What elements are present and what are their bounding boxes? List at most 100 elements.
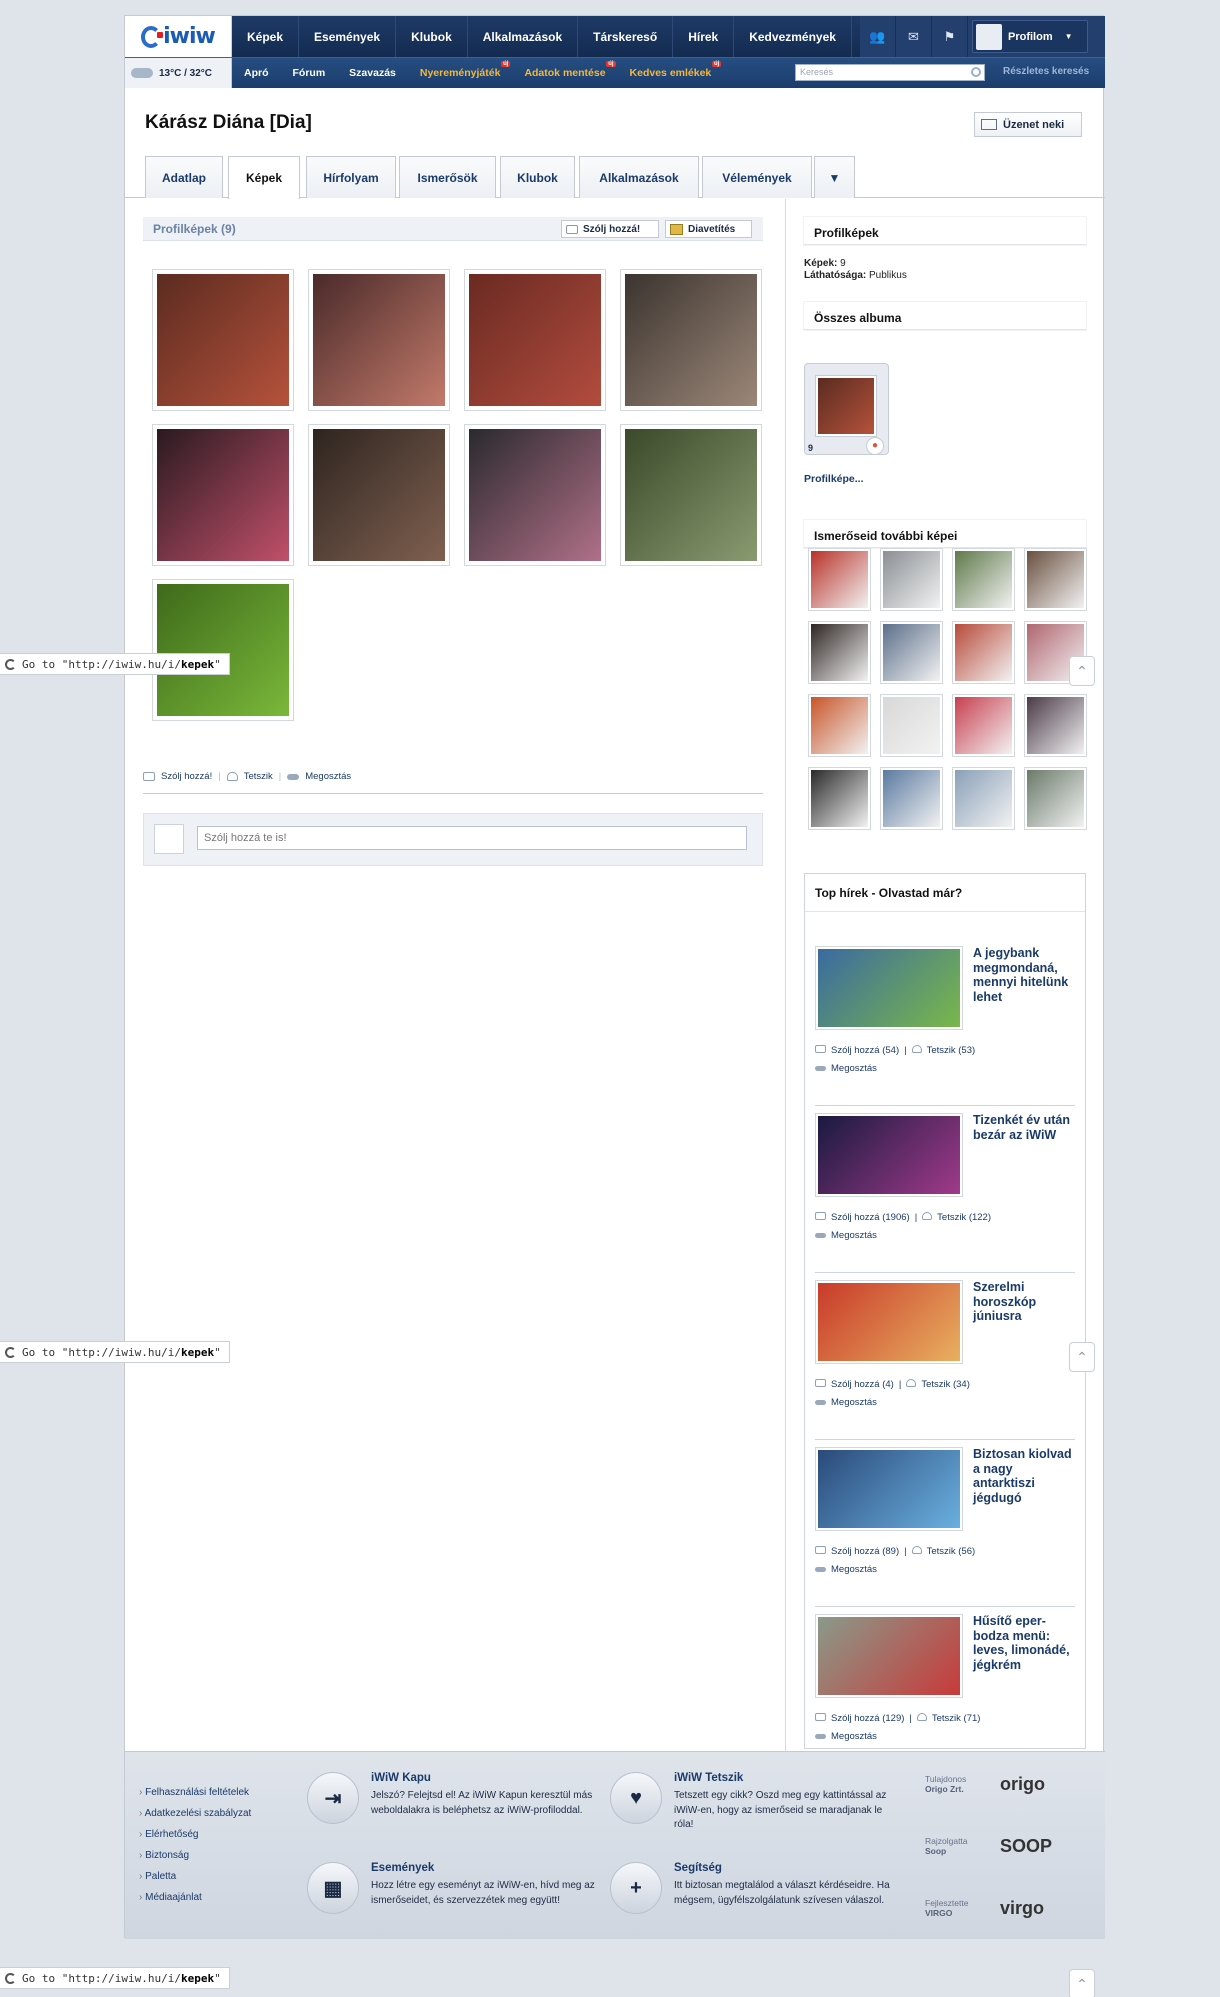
tab-6[interactable]: Vélemények: [702, 156, 812, 198]
news-comment-link[interactable]: Szólj hozzá (89): [831, 1546, 899, 1557]
news-like-link[interactable]: Tetszik (56): [927, 1546, 976, 1557]
friend-photo-thumb[interactable]: [880, 621, 943, 684]
footer-link[interactable]: Elérhetőség: [139, 1824, 279, 1845]
profile-photo[interactable]: [308, 424, 450, 566]
news-like-link[interactable]: Tetszik (34): [921, 1379, 970, 1390]
send-message-button[interactable]: Üzenet neki: [974, 112, 1082, 137]
news-image[interactable]: [815, 1113, 963, 1197]
messages-icon[interactable]: ✉: [896, 16, 932, 57]
footer-link[interactable]: Biztonság: [139, 1845, 279, 1866]
gallery-like-link[interactable]: Tetszik: [244, 771, 273, 782]
news-share-link[interactable]: Megosztás: [831, 1731, 877, 1742]
nav-item-2[interactable]: Klubok: [396, 16, 468, 57]
news-image[interactable]: [815, 1280, 963, 1364]
news-share-link[interactable]: Megosztás: [831, 1230, 877, 1241]
nav-item-1[interactable]: Események: [299, 16, 397, 57]
news-comment-link[interactable]: Szólj hozzá (4): [831, 1379, 894, 1390]
footer-panel-title[interactable]: Segítség: [674, 1862, 722, 1874]
tab-3[interactable]: Ismerősök: [399, 156, 496, 198]
footer-link[interactable]: Paletta: [139, 1866, 279, 1887]
friend-photo-thumb[interactable]: [952, 694, 1015, 757]
profile-photo[interactable]: [308, 269, 450, 411]
news-comment-link[interactable]: Szólj hozzá (1906): [831, 1212, 910, 1223]
news-share-link[interactable]: Megosztás: [831, 1564, 877, 1575]
friend-photo-thumb[interactable]: [880, 767, 943, 830]
credit-logo[interactable]: SOOP: [1000, 1836, 1052, 1857]
friend-photo-thumb[interactable]: [880, 548, 943, 611]
nav-item-4[interactable]: Társkereső: [578, 16, 674, 57]
footer-panel[interactable]: + Segítség Itt biztosan megtalálod a válas…: [610, 1862, 900, 1942]
tab-1[interactable]: Képek: [228, 156, 300, 199]
news-comment-link[interactable]: Szólj hozzá (129): [831, 1713, 904, 1724]
footer-panel[interactable]: ⇥ iWiW Kapu Jelszó? Felejtsd el! Az iWiW K…: [307, 1772, 597, 1852]
footer-link[interactable]: Felhasználási feltételek: [139, 1782, 279, 1803]
nav-item-3[interactable]: Alkalmazások: [468, 16, 579, 57]
album-title-link[interactable]: Profilképe...: [804, 473, 864, 485]
news-title-link[interactable]: Szerelmi horoszkóp júniusra: [973, 1280, 1073, 1324]
footer-panel-title[interactable]: Események: [371, 1862, 434, 1874]
footer-link[interactable]: Médiaajánlat: [139, 1887, 279, 1908]
friends-icon[interactable]: 👥: [860, 16, 896, 57]
subnav-item-4[interactable]: Adatok mentése új: [512, 58, 617, 88]
gallery-comment-link[interactable]: Szólj hozzá!: [161, 771, 212, 782]
album-card[interactable]: 9 ●: [804, 351, 894, 461]
advanced-search-link[interactable]: Részletes keresés: [1003, 66, 1089, 77]
gallery-title[interactable]: Profilképek (9): [153, 222, 236, 236]
nav-item-5[interactable]: Hírek: [673, 16, 735, 57]
tab-4[interactable]: Klubok: [500, 156, 575, 198]
friend-photo-thumb[interactable]: [880, 694, 943, 757]
profile-photo[interactable]: [464, 269, 606, 411]
friend-photo-thumb[interactable]: [952, 767, 1015, 830]
footer-panel-title[interactable]: iWiW Kapu: [371, 1772, 431, 1784]
scroll-up-button[interactable]: ⌃: [1069, 1342, 1095, 1372]
subnav-item-1[interactable]: Fórum: [281, 58, 338, 88]
news-title-link[interactable]: A jegybank megmondaná, mennyi hitelünk l…: [973, 946, 1073, 1004]
subnav-item-5[interactable]: Kedves emlékek új: [618, 58, 724, 88]
subnav-item-0[interactable]: Apró: [232, 58, 281, 88]
friend-photo-thumb[interactable]: [808, 621, 871, 684]
news-image[interactable]: [815, 946, 963, 1030]
news-image[interactable]: [815, 1614, 963, 1698]
friend-photo-thumb[interactable]: [1024, 548, 1087, 611]
nav-item-6[interactable]: Kedvezmények: [734, 16, 852, 57]
friend-photo-thumb[interactable]: [1024, 767, 1087, 830]
nav-item-0[interactable]: Képek: [232, 16, 300, 57]
friend-photo-thumb[interactable]: [1024, 694, 1087, 757]
notifications-flag-icon[interactable]: ⚑: [932, 16, 968, 57]
news-title-link[interactable]: Biztosan kiolvad a nagy antarktiszi jégd…: [973, 1447, 1073, 1505]
iwiw-logo[interactable]: iwiw: [125, 16, 232, 57]
tab-2[interactable]: Hírfolyam: [306, 156, 396, 198]
news-like-link[interactable]: Tetszik (71): [932, 1713, 981, 1724]
slideshow-button[interactable]: Diavetítés: [665, 220, 752, 238]
news-share-link[interactable]: Megosztás: [831, 1397, 877, 1408]
footer-panel-title[interactable]: iWiW Tetszik: [674, 1772, 743, 1784]
profile-photo[interactable]: [152, 424, 294, 566]
search-icon[interactable]: [971, 67, 981, 77]
news-title-link[interactable]: Hűsítő eper-bodza menü: leves, limonádé,…: [973, 1614, 1073, 1672]
gallery-comment-button[interactable]: Szólj hozzá!: [561, 220, 659, 238]
friend-photo-thumb[interactable]: [952, 621, 1015, 684]
scroll-up-button[interactable]: ⌃: [1069, 1969, 1095, 1997]
tab-7[interactable]: ▼: [814, 156, 855, 198]
subnav-item-3[interactable]: Nyereményjáték új: [408, 58, 513, 88]
profile-menu-button[interactable]: Profilom ▼: [972, 20, 1088, 53]
subnav-item-2[interactable]: Szavazás: [337, 58, 408, 88]
tab-0[interactable]: Adatlap: [145, 156, 223, 198]
friend-photo-thumb[interactable]: [808, 694, 871, 757]
profile-photo[interactable]: [464, 424, 606, 566]
news-share-link[interactable]: Megosztás: [831, 1063, 877, 1074]
tab-5[interactable]: Alkalmazások: [579, 156, 699, 198]
profile-photo[interactable]: [620, 424, 762, 566]
news-comment-link[interactable]: Szólj hozzá (54): [831, 1045, 899, 1056]
friend-photo-thumb[interactable]: [952, 548, 1015, 611]
weather-widget[interactable]: 13°C / 32°C: [125, 58, 232, 88]
profile-photo[interactable]: [152, 579, 294, 721]
scroll-up-button[interactable]: ⌃: [1069, 656, 1095, 686]
credit-logo[interactable]: origo: [1000, 1774, 1045, 1795]
news-title-link[interactable]: Tizenkét év után bezár az iWiW: [973, 1113, 1073, 1142]
news-like-link[interactable]: Tetszik (122): [937, 1212, 991, 1223]
footer-panel[interactable]: ♥ iWiW Tetszik Tetszett egy cikk? Oszd meg…: [610, 1772, 900, 1852]
friend-photo-thumb[interactable]: [808, 767, 871, 830]
friend-photo-thumb[interactable]: [808, 548, 871, 611]
footer-link[interactable]: Adatkezelési szabályzat: [139, 1803, 279, 1824]
